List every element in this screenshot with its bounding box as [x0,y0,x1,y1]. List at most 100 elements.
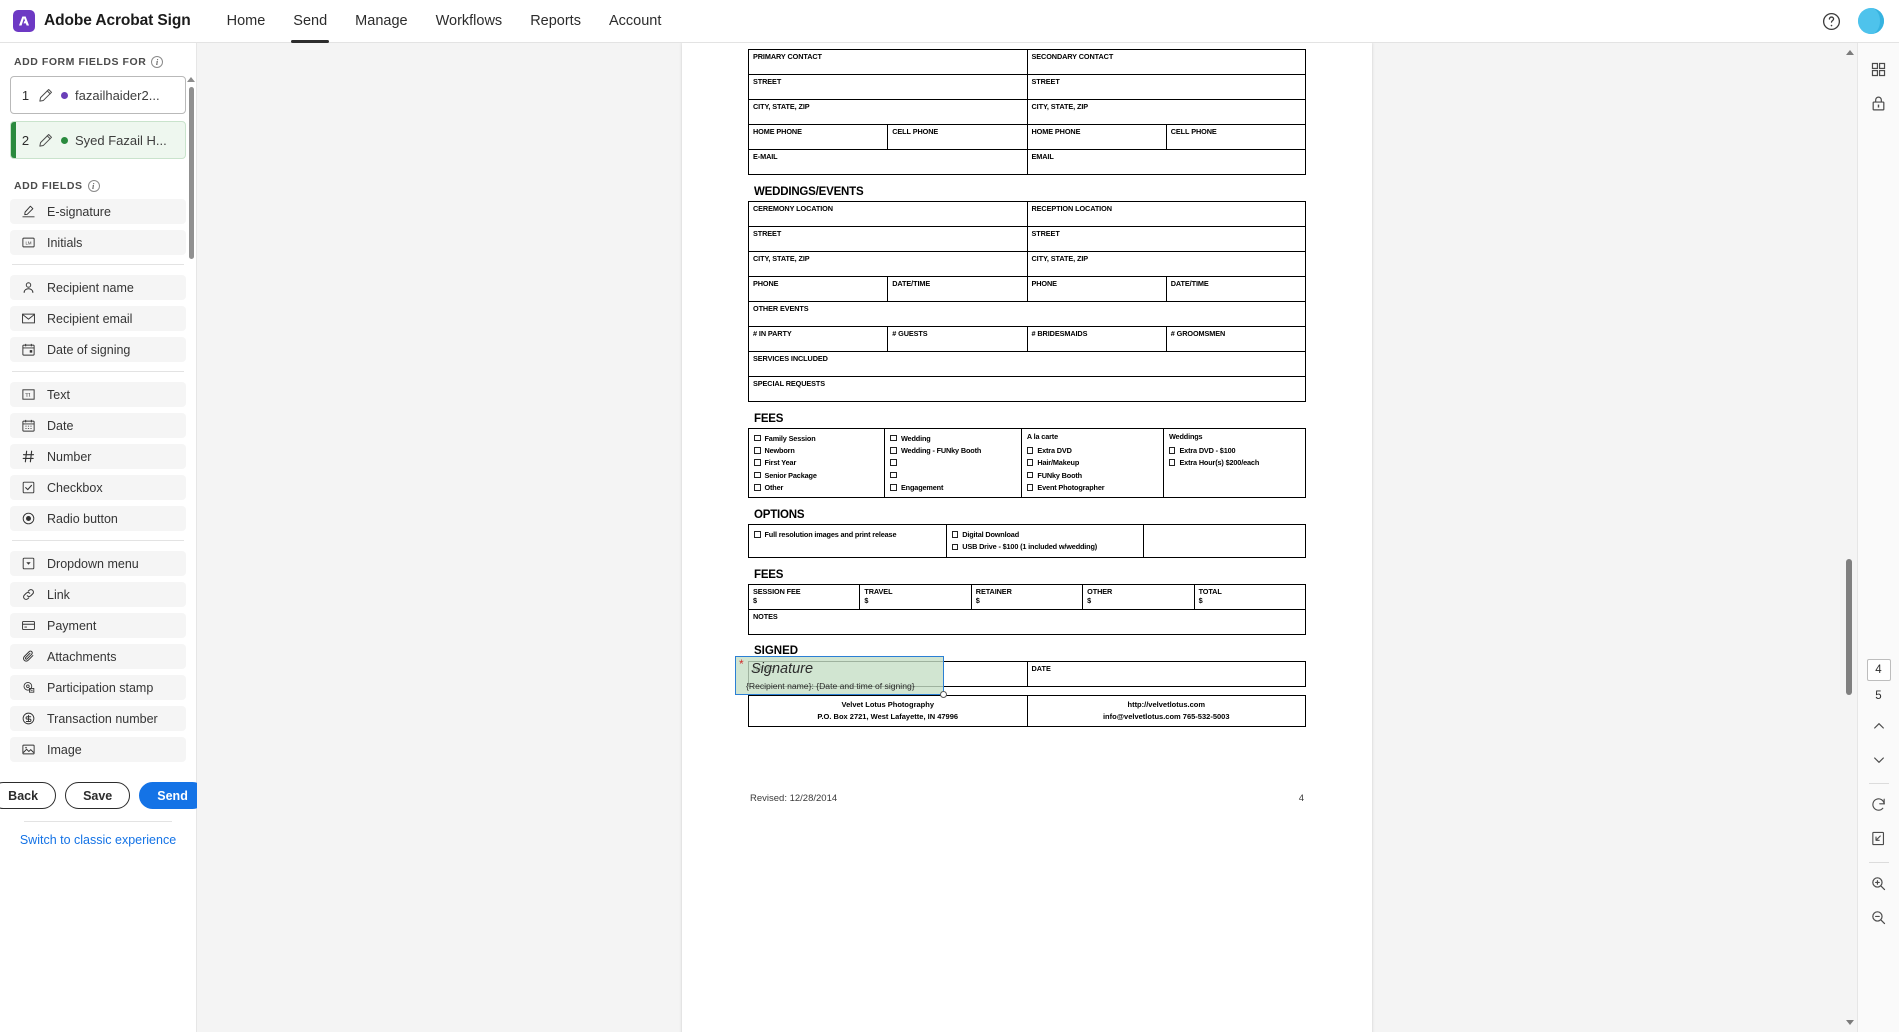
checkbox-row[interactable]: FUNky Booth [1026,469,1159,481]
recipient-item-2[interactable]: 2 Syed Fazail H... [10,121,186,159]
avatar[interactable] [1858,8,1884,34]
field-number[interactable]: Number [10,444,186,469]
checkbox-icon[interactable] [1026,484,1034,491]
checkbox-row[interactable]: Extra DVD - $100 [1168,444,1301,456]
checkbox-row[interactable]: Digital Download [951,528,1140,540]
zoom-out-icon[interactable] [1864,902,1894,933]
chevron-up-icon[interactable] [1864,710,1894,741]
signature-form-field[interactable]: * Signature {Recipient name}: {Date and … [735,656,947,698]
scroll-down-arrow[interactable] [1846,1020,1854,1025]
checkbox-row[interactable]: First Year [754,457,880,469]
sidebar-scrollbar-thumb[interactable] [189,87,194,259]
checkbox-icon[interactable] [754,434,761,442]
zoom-in-icon[interactable] [1864,868,1894,899]
info-icon[interactable]: i [151,56,164,68]
checkbox-icon[interactable] [1026,459,1034,466]
scroll-up-arrow[interactable] [1846,50,1854,55]
checkbox-icon[interactable] [1168,447,1176,454]
checkbox-row[interactable]: Engagement [890,481,1016,493]
brand: Adobe Acrobat Sign [0,10,191,32]
field-checkbox[interactable]: Checkbox [10,475,186,500]
field-link[interactable]: Link [10,582,186,607]
checkbox-icon[interactable] [951,531,959,538]
nav-home[interactable]: Home [213,0,280,43]
checkbox-icon[interactable] [951,543,959,551]
field-participation-stamp[interactable]: Participation stamp [10,675,186,700]
document-scrollbar-thumb[interactable] [1846,559,1852,695]
help-circle-icon[interactable] [1821,11,1842,32]
checkbox-row[interactable]: USB Drive - $100 (1 included w/wedding) [951,541,1140,553]
checkbox-row[interactable]: Hair/Makeup [1026,457,1159,469]
checkbox-icon[interactable] [754,531,761,538]
checkbox-icon[interactable] [890,484,897,491]
switch-to-classic-link[interactable]: Switch to classic experience [10,833,186,847]
field-image[interactable]: Image [10,737,186,762]
checkbox-row[interactable]: Senior Package [754,469,880,481]
checkbox-icon[interactable] [754,459,761,466]
send-button[interactable]: Send [139,782,206,809]
checkbox-label: USB Drive - $100 (1 included w/wedding) [962,542,1098,552]
nav-account[interactable]: Account [595,0,675,43]
cell-city-ceremony: CITY, STATE, ZIP [748,251,1028,277]
field-dropdown-menu[interactable]: Dropdown menu [10,551,186,576]
field-label: Number [47,449,92,464]
field-e-signature[interactable]: E-signature [10,199,186,224]
lock-icon[interactable] [1864,88,1894,119]
field-initials[interactable]: LM Initials [10,230,186,255]
field-payment[interactable]: Payment [10,613,186,638]
resize-handle[interactable] [940,691,947,698]
checkbox-row[interactable]: Full resolution images and print release [754,528,942,540]
page-number-input[interactable]: 4 [1866,659,1891,681]
field-recipient-name[interactable]: Recipient name [10,275,186,300]
cell-street-secondary: STREET [1026,74,1306,100]
company-footer-table: Velvet Lotus Photography P.O. Box 2721, … [748,695,1306,728]
page-number-next[interactable]: 5 [1875,690,1881,702]
field-date[interactable]: Date [10,413,186,438]
checkbox-icon[interactable] [890,471,897,479]
checkbox-icon[interactable] [754,471,761,479]
field-recipient-email[interactable]: Recipient email [10,306,186,331]
checkbox-icon[interactable] [1168,459,1176,466]
chevron-down-icon[interactable] [1864,744,1894,775]
rotate-icon[interactable] [1864,789,1894,820]
checkbox-row[interactable]: Family Session [754,432,880,444]
checkbox-row[interactable]: Other [754,481,880,493]
field-radio-button[interactable]: Radio button [10,506,186,531]
document-scrollbar[interactable] [1845,43,1854,1032]
fit-page-icon[interactable] [1864,823,1894,854]
checkbox-row[interactable] [890,457,1016,469]
info-icon[interactable]: i [87,180,100,192]
checkbox-row[interactable]: Wedding [890,432,1016,444]
checkbox-row[interactable]: Newborn [754,444,880,456]
checkbox-icon[interactable] [754,447,761,454]
table-row: SPECIAL REQUESTS [748,376,1306,402]
checkbox-icon[interactable] [890,434,897,442]
recipient-item-1[interactable]: 1 fazailhaider2... [10,76,186,114]
checkbox-row[interactable] [890,469,1016,481]
checkbox-row[interactable]: Extra DVD [1026,444,1159,456]
thumbnails-icon[interactable] [1864,54,1894,85]
checkbox-row[interactable]: Wedding - FUNky Booth [890,444,1016,456]
checkbox-row[interactable]: Event Photographer [1026,481,1159,493]
checkbox-icon[interactable] [754,484,761,491]
radio-icon [21,511,36,526]
checkbox-icon[interactable] [1026,447,1034,454]
save-button[interactable]: Save [65,782,131,809]
back-button[interactable]: Back [0,782,57,809]
field-transaction-number[interactable]: Transaction number [10,706,186,731]
checkbox-icon[interactable] [890,459,897,466]
checkbox-icon[interactable] [890,447,897,454]
nav-workflows[interactable]: Workflows [422,0,517,43]
company-address: P.O. Box 2721, West Lafayette, IN 47996 [817,711,959,721]
field-text[interactable]: TI Text [10,382,186,407]
nav-send[interactable]: Send [279,0,341,43]
cell-value: $ [753,596,757,606]
checkbox-row[interactable]: Extra Hour(s) $200/each [1168,457,1301,469]
nav-reports[interactable]: Reports [516,0,595,43]
field-date-of-signing[interactable]: Date of signing [10,337,186,362]
table-row: OTHER EVENTS [748,301,1306,327]
checkbox-icon[interactable] [1026,471,1034,479]
field-attachments[interactable]: Attachments [10,644,186,669]
nav-manage[interactable]: Manage [341,0,421,43]
sidebar-scroll-up-arrow[interactable] [187,77,195,82]
